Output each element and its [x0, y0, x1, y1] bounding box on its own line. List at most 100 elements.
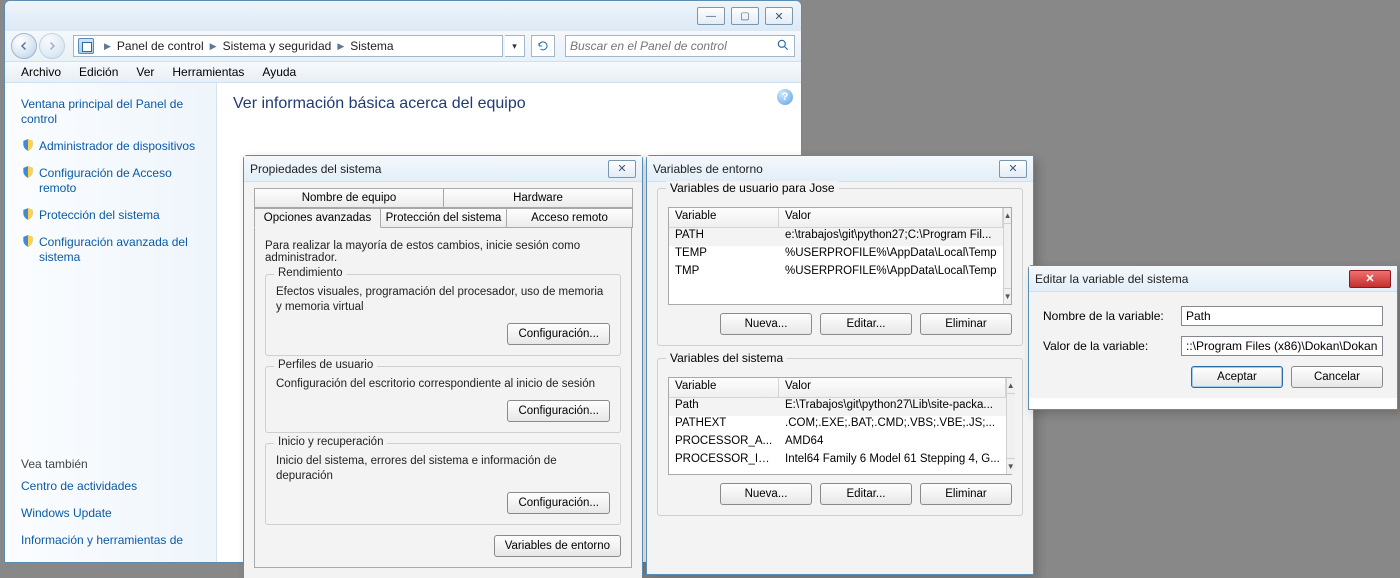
close-button[interactable]: ✕: [1349, 270, 1391, 288]
group-legend: Inicio y recuperación: [274, 436, 387, 448]
shield-icon: [21, 165, 35, 179]
search-input[interactable]: [570, 39, 772, 53]
admin-hint: Para realizar la mayoría de estos cambio…: [265, 240, 621, 264]
col-value[interactable]: Valor: [779, 378, 1006, 397]
sidebar-remote-access[interactable]: Configuración de Acceso remoto: [21, 162, 202, 200]
var-value-label: Valor de la variable:: [1043, 339, 1173, 353]
window-titlebar: — ▢ ✕: [5, 1, 801, 31]
dialog-titlebar: Variables de entorno ✕: [647, 156, 1033, 182]
var-name-label: Nombre de la variable:: [1043, 309, 1173, 323]
crumb-2[interactable]: Sistema: [350, 39, 393, 53]
profiles-settings-button[interactable]: Configuración...: [507, 400, 610, 422]
sys-delete-button[interactable]: Eliminar: [920, 483, 1012, 505]
col-variable[interactable]: Variable: [669, 378, 779, 397]
col-variable[interactable]: Variable: [669, 208, 779, 227]
tab-remote[interactable]: Acceso remoto: [506, 208, 633, 228]
menu-edicion[interactable]: Edición: [71, 63, 126, 81]
var-value-input[interactable]: [1181, 336, 1383, 356]
env-vars-button[interactable]: Variables de entorno: [494, 535, 621, 557]
tab-advanced[interactable]: Opciones avanzadas: [254, 208, 381, 228]
sys-edit-button[interactable]: Editar...: [820, 483, 912, 505]
edit-variable-dialog: Editar la variable del sistema ✕ Nombre …: [1028, 265, 1398, 410]
dialog-title: Propiedades del sistema: [250, 162, 381, 176]
system-vars-group: Variables del sistema Variable Valor Pat…: [657, 358, 1023, 516]
list-item[interactable]: TEMP %USERPROFILE%\AppData\Local\Temp: [669, 246, 1003, 264]
search-box[interactable]: [565, 35, 795, 57]
dialog-titlebar: Editar la variable del sistema ✕: [1029, 266, 1397, 292]
control-panel-icon: [78, 38, 94, 54]
close-button[interactable]: ✕: [999, 160, 1027, 178]
group-desc: Configuración del escritorio correspondi…: [276, 377, 610, 392]
scrollbar[interactable]: ▲ ▼: [1003, 208, 1012, 304]
sidebar-advanced-settings[interactable]: Configuración avanzada del sistema: [21, 231, 202, 269]
close-button[interactable]: ✕: [608, 160, 636, 178]
group-legend: Variables de usuario para Jose: [666, 181, 839, 195]
dialog-title: Editar la variable del sistema: [1035, 272, 1188, 286]
see-also-windows-update[interactable]: Windows Update: [21, 502, 202, 525]
page-heading: Ver información básica acerca del equipo: [233, 95, 785, 113]
crumb-1[interactable]: Sistema y seguridad: [223, 39, 332, 53]
group-desc: Efectos visuales, programación del proce…: [276, 285, 610, 315]
list-item[interactable]: PATHEXT .COM;.EXE;.BAT;.CMD;.VBS;.VBE;.J…: [669, 416, 1006, 434]
list-item[interactable]: TMP %USERPROFILE%\AppData\Local\Temp: [669, 264, 1003, 282]
scrollbar[interactable]: ▲ ▼: [1006, 378, 1015, 474]
nav-row: ▶ Panel de control ▶ Sistema y seguridad…: [5, 31, 801, 61]
forward-button[interactable]: [39, 33, 65, 59]
user-delete-button[interactable]: Eliminar: [920, 313, 1012, 335]
user-new-button[interactable]: Nueva...: [720, 313, 812, 335]
shield-icon: [21, 234, 35, 248]
group-legend: Perfiles de usuario: [274, 359, 377, 371]
startup-settings-button[interactable]: Configuración...: [507, 492, 610, 514]
maximize-button[interactable]: ▢: [731, 7, 759, 25]
user-edit-button[interactable]: Editar...: [820, 313, 912, 335]
user-vars-list[interactable]: Variable Valor PATH e:\trabajos\git\pyth…: [668, 207, 1012, 305]
tab-hardware[interactable]: Hardware: [443, 188, 633, 208]
chevron-right-icon: ▶: [337, 41, 344, 52]
scroll-up-icon[interactable]: ▲: [1004, 208, 1012, 224]
minimize-button[interactable]: —: [697, 7, 725, 25]
scroll-up-icon[interactable]: ▲: [1007, 378, 1015, 394]
tab-computer-name[interactable]: Nombre de equipo: [254, 188, 444, 208]
refresh-button[interactable]: [531, 35, 555, 57]
see-also-info-tools[interactable]: Información y herramientas de: [21, 529, 202, 552]
list-item[interactable]: Path E:\Trabajos\git\python27\Lib\site-p…: [669, 398, 1006, 416]
menu-ver[interactable]: Ver: [128, 63, 162, 81]
scroll-down-icon[interactable]: ▼: [1004, 288, 1012, 304]
performance-group: Rendimiento Efectos visuales, programaci…: [265, 274, 621, 356]
back-button[interactable]: [11, 33, 37, 59]
ok-button[interactable]: Aceptar: [1191, 366, 1283, 388]
search-icon[interactable]: [776, 38, 790, 55]
sys-new-button[interactable]: Nueva...: [720, 483, 812, 505]
performance-settings-button[interactable]: Configuración...: [507, 323, 610, 345]
sidebar-system-protection[interactable]: Protección del sistema: [21, 204, 202, 227]
arrow-left-icon: [18, 40, 30, 52]
startup-group: Inicio y recuperación Inicio del sistema…: [265, 443, 621, 525]
col-value[interactable]: Valor: [779, 208, 1003, 227]
menu-herramientas[interactable]: Herramientas: [164, 63, 252, 81]
crumb-0[interactable]: Panel de control: [117, 39, 204, 53]
chevron-right-icon: ▶: [210, 41, 217, 52]
list-item[interactable]: PATH e:\trabajos\git\python27;C:\Program…: [669, 228, 1003, 246]
sidebar-device-manager[interactable]: Administrador de dispositivos: [21, 135, 202, 158]
shield-icon: [21, 207, 35, 221]
breadcrumb[interactable]: ▶ Panel de control ▶ Sistema y seguridad…: [73, 35, 503, 57]
group-legend: Variables del sistema: [666, 351, 787, 365]
breadcrumb-dropdown[interactable]: ▾: [505, 35, 525, 57]
list-item[interactable]: PROCESSOR_ID... Intel64 Family 6 Model 6…: [669, 452, 1006, 470]
list-item[interactable]: PROCESSOR_A... AMD64: [669, 434, 1006, 452]
user-vars-group: Variables de usuario para Jose Variable …: [657, 188, 1023, 346]
arrow-right-icon: [46, 40, 58, 52]
help-icon[interactable]: ?: [777, 89, 793, 105]
see-also-action-center[interactable]: Centro de actividades: [21, 475, 202, 498]
scroll-down-icon[interactable]: ▼: [1007, 458, 1015, 474]
sidebar: Ventana principal del Panel de control A…: [5, 83, 217, 562]
cancel-button[interactable]: Cancelar: [1291, 366, 1383, 388]
sidebar-item-label: Configuración de Acceso remoto: [39, 166, 172, 195]
menu-archivo[interactable]: Archivo: [13, 63, 69, 81]
close-button[interactable]: ✕: [765, 7, 793, 25]
var-name-input[interactable]: [1181, 306, 1383, 326]
tab-system-protection[interactable]: Protección del sistema: [380, 208, 507, 228]
sidebar-home-link[interactable]: Ventana principal del Panel de control: [21, 93, 202, 131]
menu-ayuda[interactable]: Ayuda: [254, 63, 304, 81]
system-vars-list[interactable]: Variable Valor Path E:\Trabajos\git\pyth…: [668, 377, 1012, 475]
